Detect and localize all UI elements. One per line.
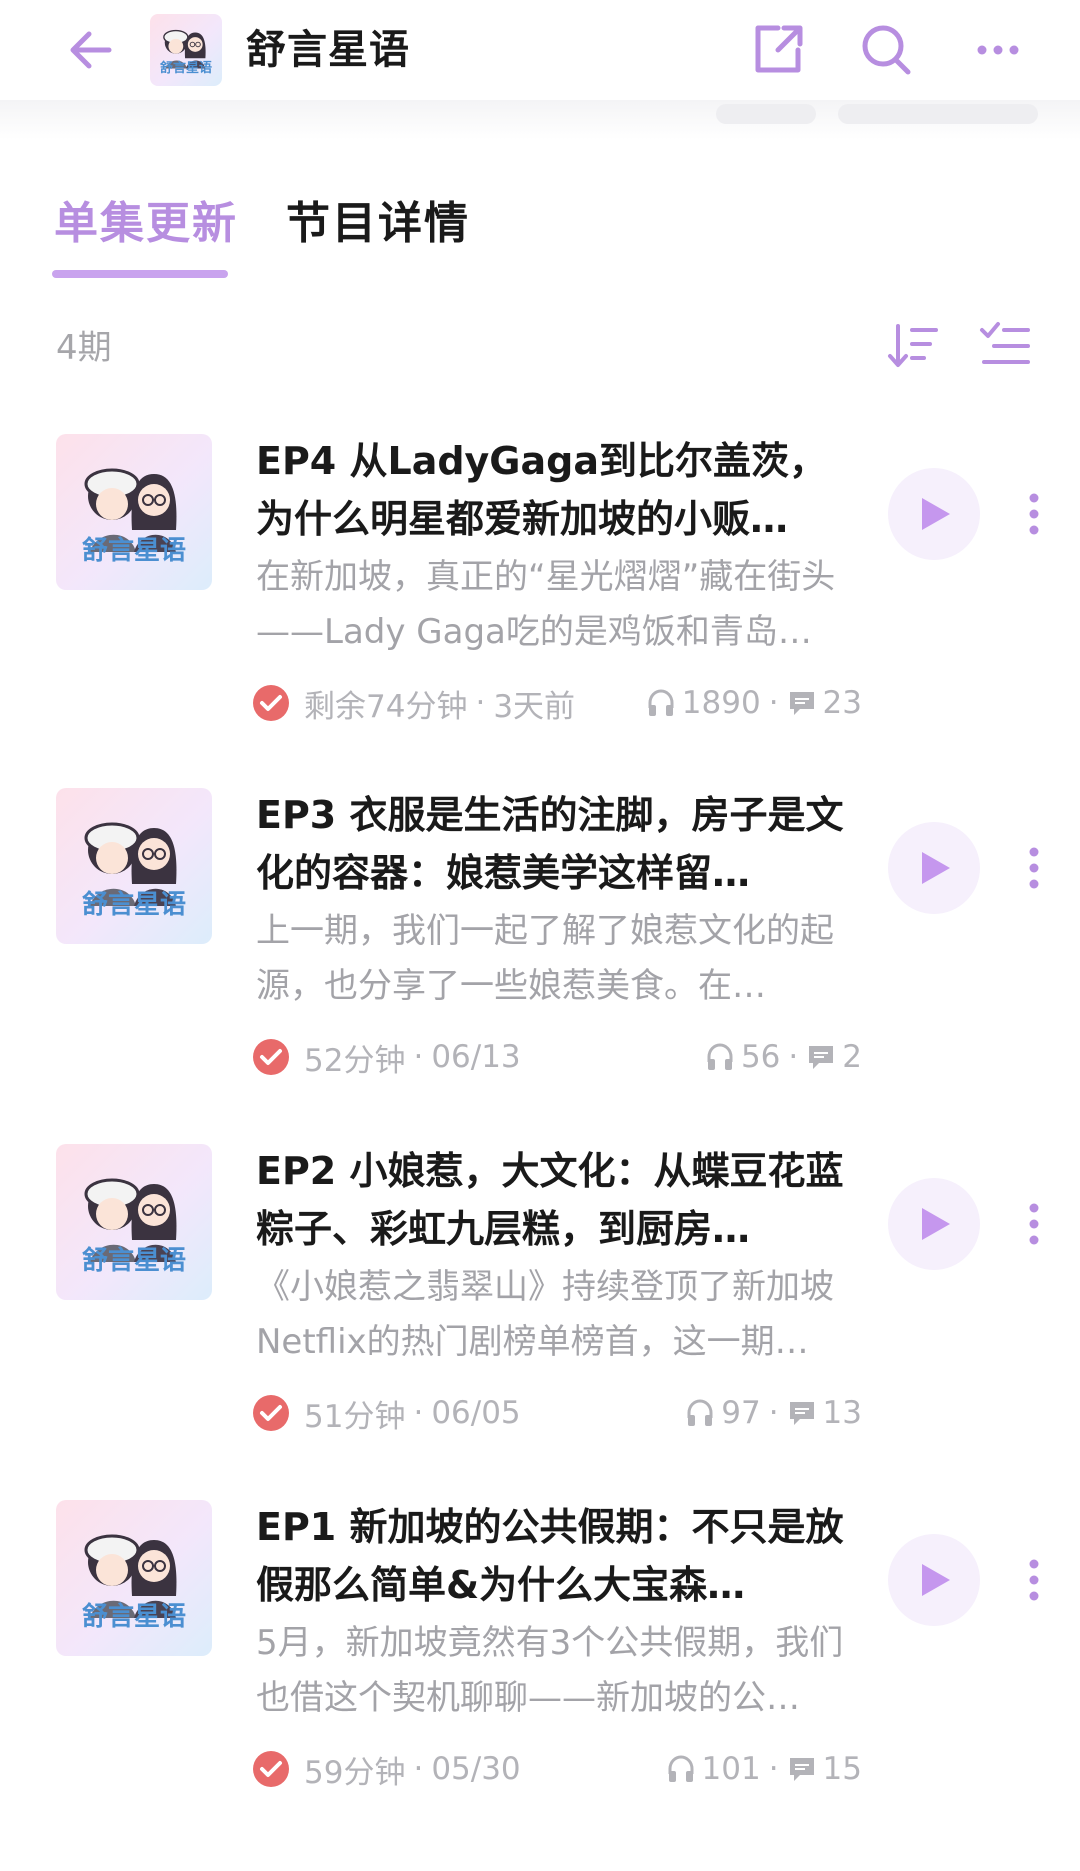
episode-description: 上一期，我们一起了解了娘惹文化的起源，也分享了一些娘惹美食。在… (256, 911, 834, 1006)
episode-description: 5月，新加坡竟然有3个公共假期，我们也借这个契机聊聊——新加坡的公… (256, 1623, 844, 1718)
share-button[interactable] (748, 20, 808, 80)
separator-dot: · (413, 1395, 424, 1431)
share-icon (755, 25, 803, 73)
arrow-left-icon (70, 31, 112, 69)
search-button[interactable] (856, 20, 916, 80)
comment-icon (787, 1754, 817, 1784)
episode-cover: 舒言星语 (56, 1144, 212, 1300)
episode-count: 4期 (56, 328, 112, 368)
episode-meta: 51分钟 · 06/05 97 · 13 (252, 1388, 862, 1438)
episode-more-button[interactable] (1012, 472, 1056, 556)
separator-dot: · (788, 1039, 799, 1075)
podcast-cover-thumbnail[interactable]: 舒言星语 (150, 14, 222, 86)
play-icon (922, 852, 950, 884)
search-icon (862, 25, 911, 75)
header-placeholder-block (838, 104, 1038, 124)
separator-dot: · (413, 1751, 424, 1787)
play-button[interactable] (888, 1534, 980, 1626)
check-circle-icon (252, 684, 290, 722)
podcast-episodes-page: 舒言星语 舒言星语 单集更新 节目详情 4期 舒言星语 EP4 从LadyGag… (0, 0, 1080, 1871)
separator-dot: · (768, 1395, 779, 1431)
episode-duration: 59分钟 (304, 1754, 406, 1791)
more-vertical-icon (1029, 493, 1039, 535)
episode-title[interactable]: EP4 从LadyGaga到比尔盖茨，为什么明星都爱新加坡的小贩… (256, 432, 846, 548)
episode-cover: 舒言星语 (56, 434, 212, 590)
headphones-icon (666, 1754, 696, 1784)
check-circle-icon (252, 1750, 290, 1788)
play-button[interactable] (888, 468, 980, 560)
episode-date: 3天前 (493, 688, 576, 725)
cover-logo-text: 舒言星语 (159, 61, 212, 76)
headphones-icon (646, 688, 676, 718)
separator-dot: · (475, 685, 486, 721)
comment-count: 23 (822, 685, 862, 721)
episode-item[interactable]: 舒言星语 EP2 小娘惹，大文化：从蝶豆花蓝粽子、彩虹九层糕，到厨房… 《小娘惹… (0, 1142, 1080, 1472)
episode-description: 在新加坡，真正的“星光熠熠”藏在街头——Lady Gaga吃的是鸡饭和青岛… (256, 557, 836, 652)
play-icon (922, 1208, 950, 1240)
check-circle-icon (252, 1038, 290, 1076)
play-button[interactable] (888, 1178, 980, 1270)
separator-dot: · (768, 1751, 779, 1787)
comment-count: 13 (822, 1395, 862, 1431)
sort-button[interactable] (884, 318, 942, 374)
episode-duration: 52分钟 (304, 1042, 406, 1079)
comment-count: 2 (842, 1039, 862, 1075)
headphones-icon (705, 1042, 735, 1072)
separator-dot: · (768, 685, 779, 721)
podcast-title: 舒言星语 (246, 27, 410, 73)
comment-count: 15 (822, 1751, 862, 1787)
tab-program-details[interactable]: 节目详情 (286, 196, 470, 252)
episode-duration: 51分钟 (304, 1398, 406, 1435)
play-count: 101 (701, 1751, 761, 1787)
batch-select-button[interactable] (976, 318, 1034, 374)
filter-list-icon (980, 322, 1030, 364)
back-button[interactable] (60, 22, 120, 78)
check-circle-icon (252, 1394, 290, 1432)
episode-cover: 舒言星语 (56, 788, 212, 944)
episode-date: 05/30 (431, 1751, 521, 1787)
episode-description: 《小娘惹之翡翠山》持续登顶了新加坡Netflix的热门剧榜单榜首，这一期… (256, 1267, 834, 1362)
cover-logo-text: 舒言星语 (81, 536, 186, 566)
cover-logo-text: 舒言星语 (81, 1602, 186, 1632)
play-count: 56 (740, 1039, 781, 1075)
more-vertical-icon (1029, 1203, 1039, 1245)
play-count: 1890 (681, 685, 761, 721)
episode-meta: 59分钟 · 05/30 101 · 15 (252, 1744, 862, 1794)
comment-icon (787, 688, 817, 718)
active-tab-indicator (52, 270, 228, 278)
more-horizontal-icon (977, 45, 1019, 55)
header-placeholder-block (716, 104, 816, 124)
episode-title[interactable]: EP3 衣服是生活的注脚，房子是文化的容器：娘惹美学这样留… (256, 786, 846, 902)
episode-meta: 52分钟 · 06/13 56 · 2 (252, 1032, 862, 1082)
episode-title[interactable]: EP2 小娘惹，大文化：从蝶豆花蓝粽子、彩虹九层糕，到厨房… (256, 1142, 846, 1258)
episode-more-button[interactable] (1012, 826, 1056, 910)
cover-logo-text: 舒言星语 (81, 1246, 186, 1276)
episode-duration: 剩余74分钟 (304, 688, 468, 725)
cover-logo-text: 舒言星语 (81, 890, 186, 920)
play-button[interactable] (888, 822, 980, 914)
play-count: 97 (721, 1395, 761, 1431)
episode-date: 06/13 (431, 1039, 521, 1075)
comment-icon (787, 1398, 817, 1428)
episode-item[interactable]: 舒言星语 EP1 新加坡的公共假期：不只是放假那么简单&为什么大宝森… 5月，新… (0, 1498, 1080, 1828)
episode-item[interactable]: 舒言星语 EP3 衣服是生活的注脚，房子是文化的容器：娘惹美学这样留… 上一期，… (0, 786, 1080, 1116)
episode-cover: 舒言星语 (56, 1500, 212, 1656)
comment-icon (806, 1042, 836, 1072)
episode-more-button[interactable] (1012, 1182, 1056, 1266)
play-icon (922, 1564, 950, 1596)
episode-title[interactable]: EP1 新加坡的公共假期：不只是放假那么简单&为什么大宝森… (256, 1498, 846, 1614)
tab-episode-updates[interactable]: 单集更新 (54, 196, 238, 252)
episode-item[interactable]: 舒言星语 EP4 从LadyGaga到比尔盖茨，为什么明星都爱新加坡的小贩… 在… (0, 432, 1080, 762)
top-bar: 舒言星语 舒言星语 (0, 0, 1080, 100)
episode-meta: 剩余74分钟 · 3天前 1890 · 23 (252, 678, 862, 728)
play-icon (922, 498, 950, 530)
episode-more-button[interactable] (1012, 1538, 1056, 1622)
more-vertical-icon (1029, 1559, 1039, 1601)
more-vertical-icon (1029, 847, 1039, 889)
more-options-button[interactable] (968, 20, 1028, 80)
sort-icon (888, 324, 938, 367)
headphones-icon (685, 1398, 715, 1428)
episode-date: 06/05 (431, 1395, 521, 1431)
separator-dot: · (413, 1039, 424, 1075)
